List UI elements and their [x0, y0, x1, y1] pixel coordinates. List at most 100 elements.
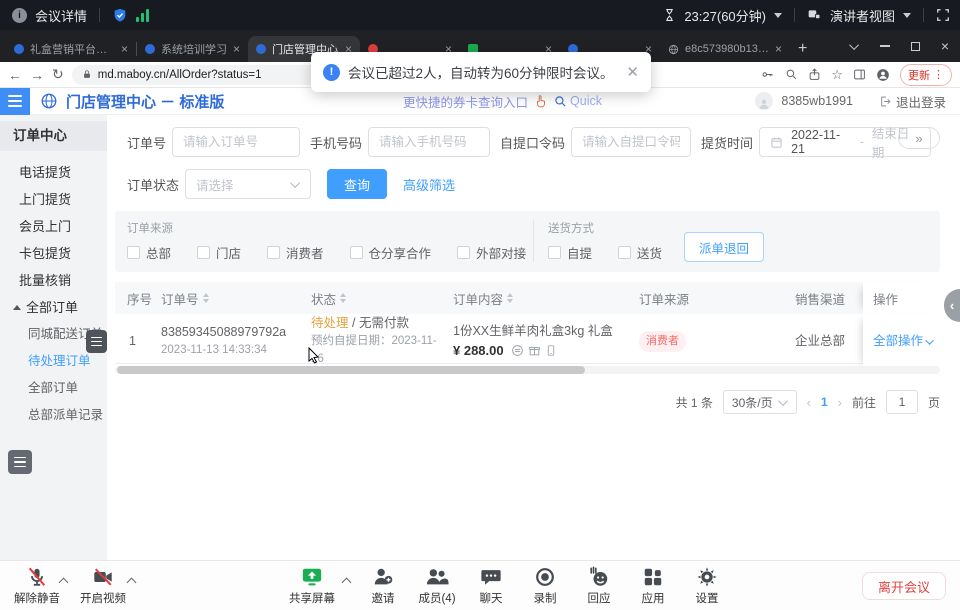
browser-tab[interactable]: e8c573980b1328a258fd2e6f8 × — [660, 36, 790, 62]
checkbox-delivery-deliver[interactable]: 送货 — [618, 243, 662, 262]
tab-close-icon[interactable]: × — [121, 42, 128, 56]
view-dropdown-icon[interactable] — [903, 13, 911, 18]
col-header-status[interactable]: 状态 — [301, 289, 443, 308]
password-key-icon[interactable] — [760, 68, 775, 81]
divider — [923, 8, 924, 22]
profile-avatar-icon[interactable] — [876, 68, 890, 82]
checkbox-source-hq[interactable]: 总部 — [127, 243, 171, 262]
order-status-select[interactable]: 请选择 — [185, 169, 311, 199]
gift-icon — [528, 344, 541, 357]
coupon-query-link[interactable]: 更快捷的券卡查询入口 — [403, 92, 528, 111]
hamburger-menu-button[interactable] — [0, 88, 30, 115]
logout-link[interactable]: 退出登录 — [896, 92, 946, 111]
phone-input[interactable] — [368, 127, 490, 157]
zoom-icon[interactable] — [785, 68, 798, 81]
quick-search-link[interactable]: Quick — [554, 94, 602, 108]
divider — [794, 8, 795, 22]
window-close-button[interactable]: × — [930, 30, 960, 62]
scrollbar-thumb[interactable] — [117, 366, 585, 374]
chevron-down-icon — [925, 336, 933, 344]
sidebar-drag-handle[interactable] — [86, 330, 107, 353]
timer-dropdown-icon[interactable] — [774, 13, 782, 18]
sidebar-item-all-orders-group[interactable]: 全部订单 — [0, 294, 107, 321]
cell-seq: 1 — [115, 332, 151, 351]
leave-meeting-button[interactable]: 离开会议 — [862, 572, 946, 600]
tab-close-icon[interactable]: × — [775, 42, 782, 56]
collapse-filters-button[interactable]: » — [898, 127, 940, 149]
sidebar-subitem-hq-dispatch-records[interactable]: 总部派单记录 — [0, 402, 107, 429]
goto-page-input[interactable] — [886, 390, 918, 414]
settings-button[interactable]: 设置 — [680, 566, 734, 606]
toolbar-label: 应用 — [642, 590, 665, 606]
forward-icon[interactable]: → — [30, 67, 44, 83]
share-options-caret[interactable] — [342, 578, 352, 588]
col-header-content[interactable]: 订单内容 — [443, 289, 629, 308]
fullscreen-icon[interactable] — [936, 8, 950, 22]
new-tab-button[interactable]: + — [798, 40, 807, 58]
camera-off-icon — [92, 566, 114, 588]
toast-close-icon[interactable]: ✕ — [626, 63, 639, 81]
start-video-button[interactable]: 开启视频 — [72, 566, 134, 606]
browser-tab[interactable]: 礼盒营销平台管理中心 × — [6, 36, 136, 62]
apps-button[interactable]: 应用 — [626, 566, 680, 606]
record-button[interactable]: 录制 — [518, 566, 572, 606]
share-screen-button[interactable]: 共享屏幕 — [281, 566, 343, 606]
view-mode-label[interactable]: 演讲者视图 — [830, 6, 895, 25]
current-page[interactable]: 1 — [821, 395, 828, 409]
sort-icon[interactable] — [203, 293, 209, 303]
page-size-select[interactable]: 30条/页 — [723, 390, 797, 414]
reactions-button[interactable]: 回应 — [572, 566, 626, 606]
meeting-details-link[interactable]: 会议详情 — [35, 6, 87, 25]
chat-button[interactable]: 聊天 — [464, 566, 518, 606]
dispatch-return-button[interactable]: 派单退回 — [684, 232, 764, 262]
browser-tab[interactable]: 系统培训学习 × — [137, 36, 248, 62]
all-actions-dropdown[interactable]: 全部操作 — [873, 332, 934, 351]
sidebar-item-batch-verify[interactable]: 批量核销 — [0, 267, 107, 294]
search-button[interactable]: 查询 — [327, 169, 387, 199]
floating-list-button[interactable] — [8, 450, 32, 474]
order-no-input[interactable] — [172, 127, 300, 157]
network-signal-icon[interactable] — [136, 9, 149, 22]
col-header-order-no[interactable]: 订单号 — [151, 289, 301, 308]
sidebar-subitem-all-orders[interactable]: 全部订单 — [0, 375, 107, 402]
bookmark-star-icon[interactable]: ☆ — [831, 67, 843, 83]
date-start-value[interactable]: 2022-11-21 — [791, 128, 852, 156]
tab-search-icon[interactable] — [840, 30, 870, 62]
sidebar-item-member-visit[interactable]: 会员上门 — [0, 213, 107, 240]
advanced-filter-link[interactable]: 高级筛选 — [403, 175, 455, 194]
window-maximize-button[interactable] — [900, 30, 930, 62]
checkbox-delivery-selfpickup[interactable]: 自提 — [548, 243, 592, 262]
back-icon[interactable]: ← — [8, 67, 22, 83]
sort-icon[interactable] — [340, 293, 346, 303]
checkbox-source-warehouse-share[interactable]: 仓分享合作 — [350, 243, 432, 262]
unmute-button[interactable]: 解除静音 — [6, 566, 68, 606]
members-button[interactable]: 成员(4) — [410, 566, 464, 606]
share-icon[interactable] — [808, 68, 821, 81]
shield-check-icon[interactable] — [112, 7, 128, 24]
phone-icon — [545, 344, 557, 357]
pickup-code-input[interactable] — [571, 127, 691, 157]
sidebar-item-phone-pickup[interactable]: 电话提货 — [0, 159, 107, 186]
checkbox-source-external[interactable]: 外部对接 — [457, 243, 526, 262]
sort-icon[interactable] — [507, 293, 513, 303]
horizontal-scrollbar[interactable] — [115, 366, 940, 374]
browser-update-button[interactable]: 更新 ⋮ — [900, 64, 952, 86]
table-header-row: 序号 订单号 状态 订单内容 订单来源 销售渠道 操作 — [115, 282, 940, 314]
tab-title: e8c573980b1328a258fd2e6f8 — [685, 43, 769, 55]
prev-page-button[interactable]: ‹ — [807, 395, 811, 410]
tab-title: 礼盒营销平台管理中心 — [30, 41, 115, 57]
table-row: 1 83859345088979792a 2023-11-13 14:33:34… — [115, 314, 940, 364]
reload-icon[interactable]: ↻ — [52, 66, 64, 83]
sidebar-item-door-pickup[interactable]: 上门提货 — [0, 186, 107, 213]
side-panel-icon[interactable] — [853, 68, 866, 81]
mouse-cursor — [308, 347, 320, 364]
window-minimize-button[interactable] — [870, 30, 900, 62]
meeting-toolbar: 解除静音 开启视频 共享屏幕 邀请 — [0, 560, 960, 610]
invite-button[interactable]: 邀请 — [356, 566, 410, 606]
checkbox-label: 总部 — [146, 243, 171, 262]
checkbox-source-store[interactable]: 门店 — [197, 243, 241, 262]
tab-close-icon[interactable]: × — [233, 42, 240, 56]
checkbox-source-consumer[interactable]: 消费者 — [267, 243, 324, 262]
sidebar-item-card-pickup[interactable]: 卡包提货 — [0, 240, 107, 267]
next-page-button[interactable]: › — [838, 395, 842, 410]
